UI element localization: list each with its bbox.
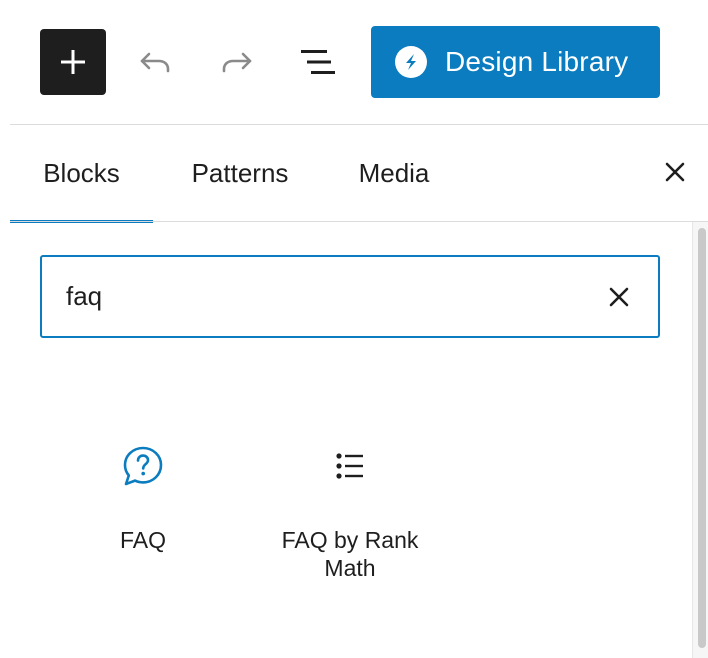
scrollbar-thumb[interactable] (698, 228, 706, 648)
close-inserter-button[interactable] (655, 152, 695, 192)
tab-blocks[interactable]: Blocks (10, 125, 153, 222)
undo-icon (140, 52, 170, 73)
block-label-faq-by-rank-math: FAQ by Rank Math (281, 527, 419, 581)
tabs-divider (10, 221, 708, 222)
redo-icon (222, 52, 252, 73)
undo-button[interactable] (133, 40, 177, 84)
search-input[interactable] (66, 257, 586, 336)
tab-media-label: Media (358, 158, 430, 188)
plus-icon (61, 50, 85, 74)
block-item-faq[interactable]: FAQ (73, 430, 213, 554)
list-bullets-icon (326, 430, 374, 502)
editor-toolbar: Design Library (0, 0, 708, 124)
redo-button[interactable] (215, 40, 259, 84)
close-icon (609, 287, 629, 307)
block-item-faq-by-rank-math[interactable]: FAQ by Rank Math (262, 430, 438, 582)
tab-patterns-label: Patterns (191, 158, 289, 188)
question-bubble-icon (119, 430, 167, 502)
clear-search-button[interactable] (599, 277, 639, 317)
list-view-icon (301, 50, 335, 74)
tab-media[interactable]: Media (336, 125, 452, 222)
design-library-button[interactable]: Design Library (371, 26, 660, 98)
list-view-button[interactable] (296, 40, 340, 84)
tab-blocks-label: Blocks (43, 158, 120, 188)
design-library-label: Design Library (445, 46, 629, 77)
add-block-button[interactable] (40, 29, 106, 95)
inserter-tabs: Blocks Patterns Media (10, 125, 708, 223)
block-label-faq: FAQ (119, 527, 166, 553)
tab-patterns[interactable]: Patterns (170, 125, 310, 222)
close-icon (665, 162, 685, 182)
stackable-logo-icon (395, 46, 427, 78)
block-search (40, 255, 660, 338)
